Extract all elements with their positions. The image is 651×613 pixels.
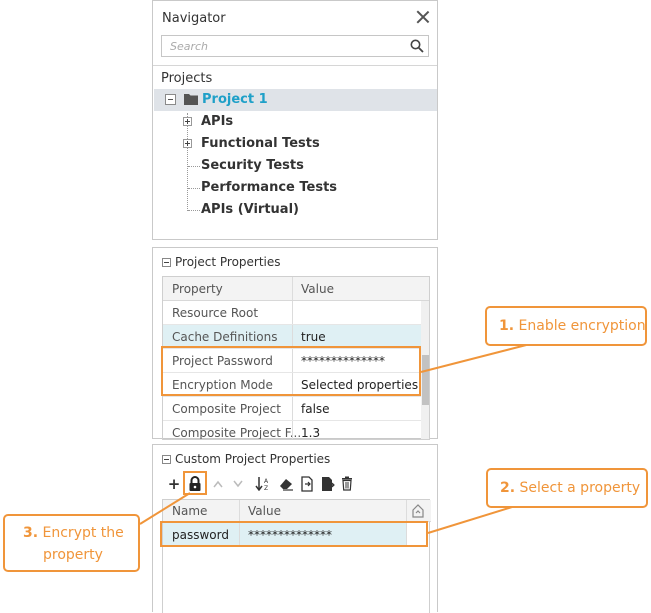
callout-text: 2. Select a property xyxy=(500,480,640,496)
property-value[interactable]: false xyxy=(301,402,330,416)
column-divider xyxy=(292,325,293,348)
highlight-box-lock xyxy=(183,471,207,495)
callout-number: 3. xyxy=(23,525,39,541)
property-value[interactable]: 1.3 xyxy=(301,426,320,439)
column-header-value[interactable]: Value xyxy=(301,282,334,296)
export-icon[interactable] xyxy=(321,476,335,492)
callout-label: Enable encryption xyxy=(518,318,646,334)
eraser-icon[interactable] xyxy=(278,477,294,491)
svg-text:Z: Z xyxy=(264,485,268,491)
tree-item-security-tests[interactable]: Security Tests xyxy=(201,158,304,173)
projects-label: Projects xyxy=(161,71,213,86)
sort-icon[interactable]: A Z xyxy=(255,476,271,491)
column-settings-icon[interactable] xyxy=(411,504,425,518)
import-icon[interactable] xyxy=(300,476,314,492)
callout-label: Encrypt the xyxy=(42,525,124,541)
tree-item-apis[interactable]: APIs xyxy=(201,114,233,129)
callout-number: 1. xyxy=(499,318,515,334)
column-divider xyxy=(406,500,407,521)
navigator-panel: Navigator Projects Project 1 APIs Functi… xyxy=(152,0,438,240)
table-row[interactable]: Composite Project false xyxy=(163,397,421,421)
collapse-icon[interactable] xyxy=(162,455,171,464)
column-header-value[interactable]: Value xyxy=(248,504,281,518)
folder-icon xyxy=(184,94,198,105)
highlight-box-encryption xyxy=(161,346,421,396)
column-divider xyxy=(292,277,293,300)
custom-properties-table: Name Value password ************** xyxy=(162,499,431,613)
callout-number: 2. xyxy=(500,480,516,496)
tree-item-apis-virtual[interactable]: APIs (Virtual) xyxy=(201,202,299,217)
column-header-property[interactable]: Property xyxy=(172,282,223,296)
tree-item-functional-tests[interactable]: Functional Tests xyxy=(201,136,320,151)
move-down-icon[interactable] xyxy=(233,480,243,488)
table-row[interactable]: Resource Root xyxy=(163,301,421,325)
highlight-box-password-row xyxy=(160,521,428,547)
project-properties-panel: Project Properties Property Value Resour… xyxy=(152,247,438,440)
property-name: Cache Definitions xyxy=(172,330,278,344)
project-name[interactable]: Project 1 xyxy=(202,92,268,107)
table-header: Name Value xyxy=(163,500,431,522)
search-box[interactable] xyxy=(161,35,429,57)
column-divider xyxy=(292,397,293,420)
callout-label-line2: property xyxy=(43,547,103,563)
tree-item-performance-tests[interactable]: Performance Tests xyxy=(201,180,337,195)
column-divider xyxy=(292,421,293,439)
navigator-title: Navigator xyxy=(162,11,226,26)
tree-connector xyxy=(188,188,200,189)
add-icon[interactable]: + xyxy=(167,477,181,492)
close-icon[interactable] xyxy=(415,9,431,25)
callout-enable-encryption: 1. Enable encryption xyxy=(485,306,647,346)
delete-icon[interactable] xyxy=(341,476,353,491)
tree-connector xyxy=(188,210,200,211)
expand-icon[interactable] xyxy=(183,139,192,148)
callout-encrypt-property: 3. Encrypt the property xyxy=(3,514,140,572)
callout-text: 1. Enable encryption xyxy=(499,318,646,334)
scrollbar[interactable] xyxy=(421,301,429,439)
callout-select-property: 2. Select a property xyxy=(486,468,648,508)
property-value[interactable]: true xyxy=(301,330,326,344)
property-name: Composite Project xyxy=(172,402,281,416)
scrollbar-thumb[interactable] xyxy=(422,355,429,405)
svg-text:A: A xyxy=(264,478,269,485)
section-title: Project Properties xyxy=(175,255,281,269)
divider xyxy=(153,65,437,66)
callout-text: 3. Encrypt the xyxy=(23,525,124,541)
expand-icon[interactable] xyxy=(183,117,192,126)
callout-label: Select a property xyxy=(519,480,641,496)
collapse-icon[interactable] xyxy=(165,94,176,105)
table-row[interactable]: Composite Project F... 1.3 xyxy=(163,421,421,440)
project-row[interactable]: Project 1 xyxy=(154,89,437,111)
tree-connector xyxy=(188,166,200,167)
column-divider xyxy=(239,500,240,521)
search-icon[interactable] xyxy=(410,39,424,53)
column-header-name[interactable]: Name xyxy=(172,504,207,518)
table-header: Property Value xyxy=(163,277,429,301)
move-up-icon[interactable] xyxy=(213,480,223,488)
column-divider xyxy=(292,301,293,324)
property-name: Composite Project F... xyxy=(172,426,302,440)
section-title: Custom Project Properties xyxy=(175,452,331,466)
tree-line xyxy=(187,113,188,211)
search-input[interactable] xyxy=(162,36,402,56)
property-name: Resource Root xyxy=(172,306,259,320)
collapse-icon[interactable] xyxy=(162,258,171,267)
